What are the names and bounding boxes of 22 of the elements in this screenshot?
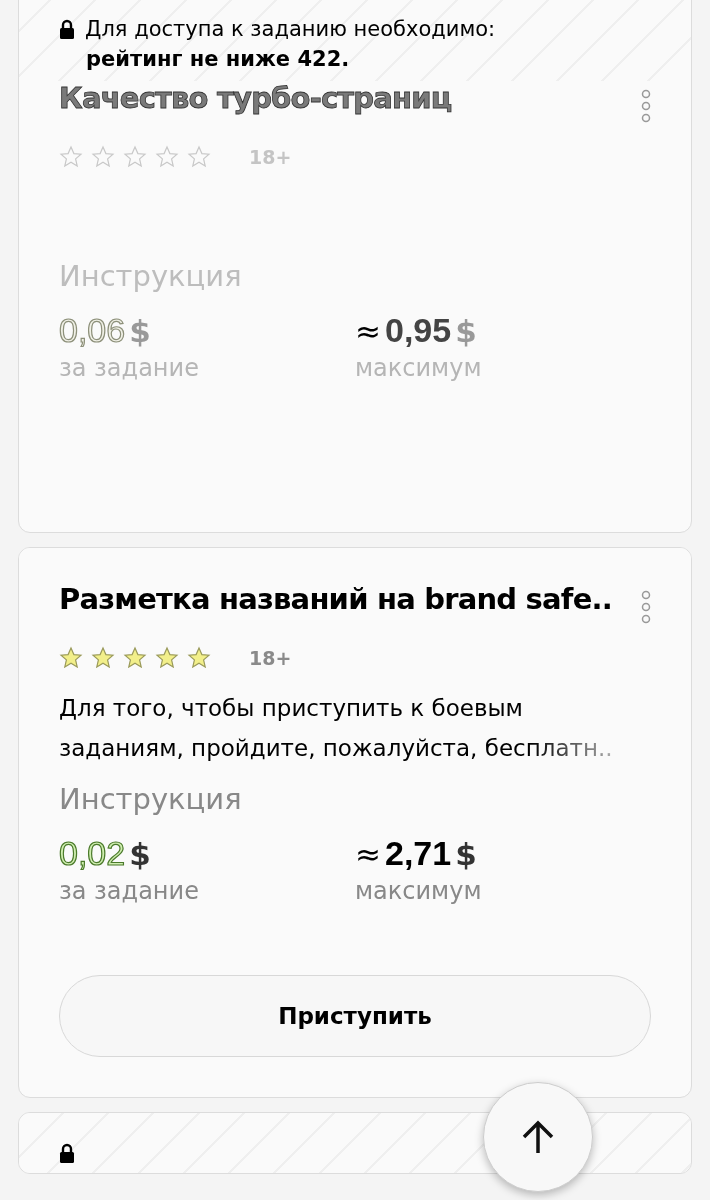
max-earnings: ≈2,71$ — [355, 834, 478, 873]
max-label: максимум — [355, 877, 483, 905]
age-rating: 18+ — [249, 647, 292, 669]
lock-notice: Для доступа к заданию необходимо: — [85, 17, 496, 41]
price-label: за задание — [59, 877, 200, 905]
max-label: максимум — [355, 354, 483, 382]
task-title: Качество турбо-страниц — [59, 81, 452, 115]
instruction-link[interactable]: Инструкция — [59, 259, 651, 293]
lock-icon — [59, 1143, 75, 1163]
arrow-up-icon — [521, 1120, 555, 1154]
task-title: Разметка названий на brand safe.. — [59, 582, 612, 616]
task-description: Для того, чтобы приступить к боевым заданиям, пройдите, пожалуйста, бесплатн.. — [59, 694, 614, 763]
lock-icon — [59, 19, 75, 39]
more-icon[interactable] — [641, 590, 651, 624]
task-price: 0,02$ — [59, 834, 152, 873]
max-earnings: ≈0,95$ — [355, 311, 478, 350]
instruction-link[interactable]: Инструкция — [59, 782, 651, 816]
price-label: за задание — [59, 354, 200, 382]
start-button[interactable]: Приступить — [59, 975, 651, 1057]
more-icon[interactable] — [641, 89, 651, 123]
task-price: 0,06$ — [59, 311, 152, 350]
lock-requirement: рейтинг не ниже 422. — [86, 47, 351, 71]
